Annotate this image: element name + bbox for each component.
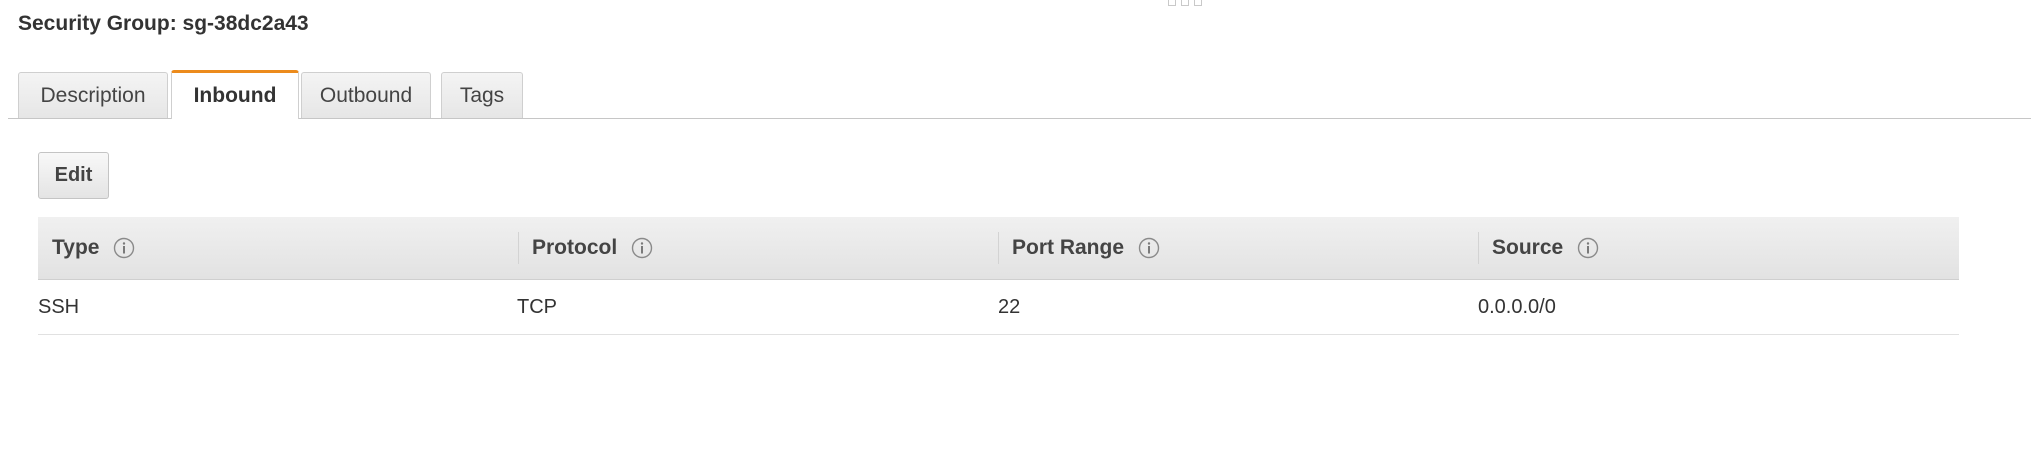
cell-port-range: 22 [998, 295, 1021, 318]
column-header-source[interactable]: Source [1478, 217, 1959, 279]
table-row[interactable]: SSH TCP 22 0.0.0.0/0 [38, 280, 1959, 335]
info-icon[interactable] [1577, 237, 1599, 259]
tab-inbound[interactable]: Inbound [171, 70, 299, 119]
table-header: Type Protocol Port Range Source [38, 217, 1959, 280]
column-header-type[interactable]: Type [38, 217, 518, 279]
column-divider[interactable] [998, 232, 999, 264]
edit-button[interactable]: Edit [38, 152, 109, 199]
tab-outbound[interactable]: Outbound [301, 72, 431, 118]
resize-handle-icon[interactable] [1168, 0, 1212, 8]
cell-protocol: TCP [517, 295, 557, 318]
tab-tags[interactable]: Tags [441, 72, 523, 118]
column-header-label: Type [52, 236, 100, 259]
column-header-label: Protocol [532, 236, 618, 259]
column-divider[interactable] [518, 232, 519, 264]
cell-type: SSH [38, 295, 80, 318]
column-header-port-range[interactable]: Port Range [998, 217, 1478, 279]
column-header-label: Port Range [1012, 236, 1125, 259]
info-icon[interactable] [1138, 237, 1160, 259]
info-icon[interactable] [113, 237, 135, 259]
tab-bar: Description Inbound Outbound Tags [8, 70, 2031, 119]
column-header-label: Source [1492, 236, 1564, 259]
page-title: Security Group: sg-38dc2a43 [18, 12, 309, 35]
column-divider[interactable] [1478, 232, 1479, 264]
security-group-panel: Security Group: sg-38dc2a43 Description … [0, 0, 2031, 449]
cell-source: 0.0.0.0/0 [1478, 295, 1556, 318]
inbound-rules-table: Type Protocol Port Range Source SSH TCP … [38, 217, 1959, 335]
tab-description[interactable]: Description [18, 72, 168, 118]
column-header-protocol[interactable]: Protocol [518, 217, 998, 279]
info-icon[interactable] [631, 237, 653, 259]
